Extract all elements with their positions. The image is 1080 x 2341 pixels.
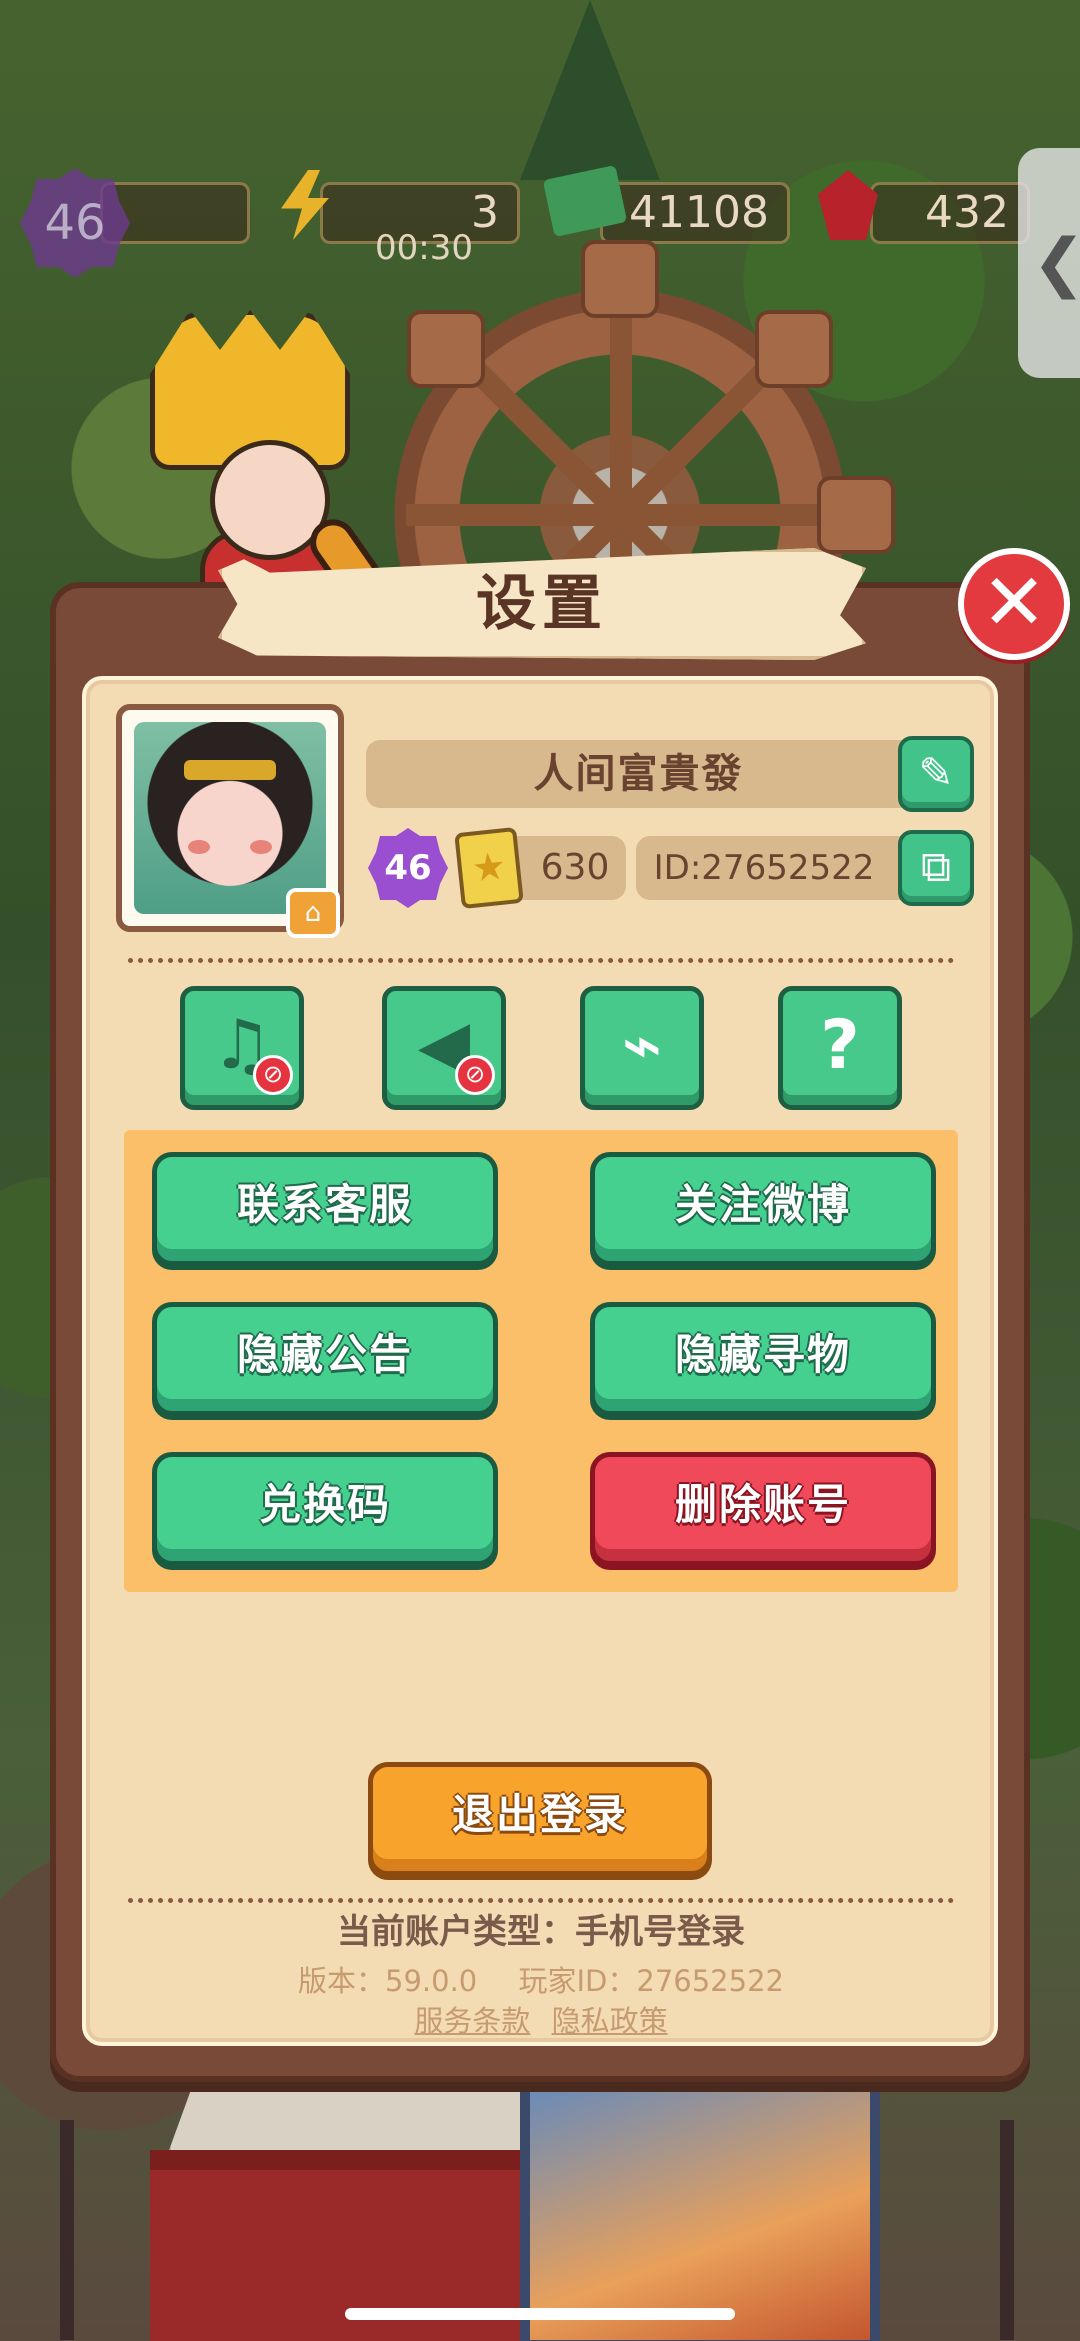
energy-timer: 00:30 <box>375 228 473 268</box>
home-indicator[interactable] <box>345 2308 735 2320</box>
music-toggle-button[interactable]: ♫ ⊘ <box>180 986 304 1110</box>
player-id-footer-text: 玩家ID：27652522 <box>518 1964 784 1998</box>
dialog-title: 设置 <box>476 569 608 639</box>
hide-notice-button[interactable]: 隐藏公告 <box>152 1302 498 1416</box>
privacy-link[interactable]: 隐私政策 <box>552 2004 668 2038</box>
avatar-image <box>134 722 326 914</box>
version-info: 版本：59.0.0 玩家ID：27652522 <box>124 1958 958 2000</box>
broom-icon: ⌁ <box>621 1006 663 1085</box>
contact-support-button[interactable]: 联系客服 <box>152 1152 498 1266</box>
cash-counter[interactable]: 41108 <box>600 182 790 244</box>
top-hud: 46 3 00:30 41108 432 ❮ <box>0 0 1080 378</box>
close-button[interactable]: ✕ <box>958 548 1070 660</box>
change-outfit-button[interactable]: ⌂ <box>286 888 340 938</box>
logout-button[interactable]: 退出登录 <box>368 1762 712 1876</box>
wheel-knob <box>581 240 659 318</box>
account-type-text: 当前账户类型：手机号登录 <box>337 1912 745 1952</box>
legal-links: 服务条款 隐私政策 <box>124 1998 958 2040</box>
headdress-decoration <box>184 760 276 780</box>
delete-account-button[interactable]: 删除账号 <box>590 1452 936 1566</box>
player-level-badge[interactable]: 46 <box>20 168 130 278</box>
level-value: 46 <box>384 848 432 888</box>
painting-decoration <box>520 2080 880 2341</box>
divider <box>128 1898 954 1903</box>
hide-search-button[interactable]: 隐藏寻物 <box>590 1302 936 1416</box>
disabled-icon: ⊘ <box>455 1055 495 1095</box>
edit-nickname-button[interactable]: ✎ <box>898 736 974 812</box>
redeem-code-button[interactable]: 兑换码 <box>152 1452 498 1566</box>
wheel-knob <box>407 310 485 388</box>
follow-weibo-button[interactable]: 关注微博 <box>590 1152 936 1266</box>
terms-link[interactable]: 服务条款 <box>414 2004 530 2038</box>
clear-cache-button[interactable]: ⌁ <box>580 986 704 1110</box>
copy-icon: ⧉ <box>921 842 951 891</box>
pencil-icon: ✎ <box>918 748 954 797</box>
version-text: 版本：59.0.0 <box>298 1964 478 1998</box>
sound-toggle-button[interactable]: ◀ ⊘ <box>382 986 506 1110</box>
wheel-knob <box>755 310 833 388</box>
chevron-left-icon: ❮ <box>1032 226 1080 300</box>
side-drawer-tab[interactable]: ❮ <box>1018 148 1080 378</box>
copy-id-button[interactable]: ⧉ <box>898 830 974 906</box>
close-icon: ✕ <box>981 558 1047 648</box>
disabled-icon: ⊘ <box>253 1055 293 1095</box>
ruby-icon <box>818 170 878 240</box>
pole-decoration <box>1000 2120 1014 2340</box>
gem-counter[interactable]: 432 <box>870 182 1030 244</box>
nickname-text: 人间富貴發 <box>533 751 744 797</box>
avatar-blush <box>188 840 210 854</box>
help-button[interactable]: ? <box>778 986 902 1110</box>
wheel-knob <box>817 476 895 554</box>
hanger-icon: ⌂ <box>304 898 322 928</box>
card-icon: ★ <box>454 826 524 910</box>
divider <box>128 958 954 963</box>
player-id-text: ID:27652522 <box>653 848 875 888</box>
question-icon: ? <box>820 1006 860 1085</box>
pole-decoration <box>60 2120 74 2340</box>
star-icon: ★ <box>469 843 509 891</box>
card-count: 630 <box>540 847 610 888</box>
avatar-blush <box>250 840 272 854</box>
